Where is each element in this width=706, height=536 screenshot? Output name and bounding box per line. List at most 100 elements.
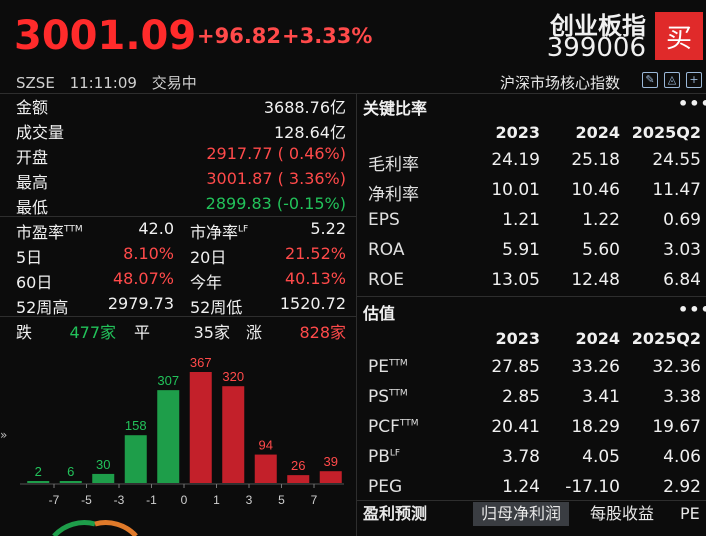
ytd-value: 40.13%: [284, 269, 346, 288]
ratios-year-3: 2025Q2: [631, 123, 701, 142]
d20-label: 20日: [190, 248, 227, 267]
pb-lf-label: 市净率LF: [190, 223, 249, 242]
valuation-title: 估值: [363, 304, 396, 323]
amount-label: 金额: [16, 98, 49, 117]
price-change-pct: +3.33%: [282, 24, 373, 48]
index-code: 399006: [546, 33, 646, 63]
x-tick-label: 1: [213, 493, 220, 507]
bar-value-label: 94: [259, 438, 273, 453]
valuation-more-icon[interactable]: •••: [678, 300, 706, 319]
d5-label: 5日: [16, 248, 43, 267]
status-line: SZSE 11:11:09 交易中: [16, 72, 207, 93]
bar-value-label: 6: [67, 464, 74, 479]
down-label: 跌: [16, 323, 33, 342]
row-value: 2.85: [502, 387, 540, 407]
bar: [189, 372, 212, 483]
ytd-label: 今年: [190, 273, 223, 292]
bar-value-label: 26: [291, 458, 305, 473]
volume-row: 成交量 128.64亿: [16, 119, 346, 144]
high-label: 最高: [16, 173, 49, 192]
pe-ttm-label: 市盈率TTM: [16, 223, 83, 242]
high-value: 3001.87 ( 3.36%): [206, 169, 346, 188]
row-value: 20.41: [491, 417, 540, 437]
metrics-grid: 市盈率TTM 42.0 市净率LF 5.22 5日 8.10% 20日 21.5…: [16, 219, 346, 319]
row-value: 1.21: [502, 210, 540, 230]
down-count: 477家: [69, 323, 116, 342]
forecast-bar: 盈利预测 归母净利润 每股收益 PE: [363, 502, 706, 528]
ratios-year-2: 2024: [575, 123, 620, 142]
amount-value: 3688.76亿: [263, 98, 346, 117]
flat-count: 35家: [193, 323, 230, 342]
core-index-label: 沪深市场核心指数: [500, 74, 621, 92]
gauge-icon: [52, 520, 138, 536]
divider: [356, 93, 357, 536]
row-value: 33.26: [571, 357, 620, 377]
trade-status: 交易中: [151, 74, 197, 92]
edit-icon[interactable]: ✎: [642, 72, 658, 88]
bar: [319, 471, 342, 483]
w52l-value: 1520.72: [279, 294, 346, 313]
row-value: 3.41: [582, 387, 620, 407]
d20-value: 21.52%: [284, 244, 346, 263]
divider: [0, 216, 356, 217]
row-label: 净利率: [368, 185, 419, 205]
row-value: 24.19: [491, 150, 540, 170]
add-icon[interactable]: +: [686, 72, 702, 88]
volume-value: 128.64亿: [274, 123, 346, 142]
bar: [27, 481, 50, 483]
row-value: 18.29: [571, 417, 620, 437]
bar: [222, 386, 245, 483]
w52h-label: 52周高: [16, 298, 69, 317]
x-tick-label: -7: [49, 493, 60, 507]
row-value: 6.84: [663, 270, 701, 290]
row-value: 3.03: [663, 240, 701, 260]
row-value: 4.05: [582, 447, 620, 467]
ratios-more-icon[interactable]: •••: [678, 94, 706, 113]
divider: [0, 316, 356, 317]
ratios-year-1: 2023: [495, 123, 540, 142]
x-tick-label: 0: [181, 493, 188, 507]
low-value: 2899.83 (-0.15%): [205, 194, 346, 213]
tab-net-profit[interactable]: 归母净利润: [473, 502, 570, 526]
row-value: 0.69: [663, 210, 701, 230]
tab-pe[interactable]: PE: [672, 502, 706, 526]
row-value: 13.05: [491, 270, 540, 290]
row-value: 4.06: [663, 447, 701, 467]
open-row: 开盘 2917.77 ( 0.46%): [16, 144, 346, 169]
x-tick-label: 5: [278, 493, 285, 507]
valuation-year-3: 2025Q2: [631, 329, 701, 348]
row-value: 24.55: [652, 150, 701, 170]
row-label: ROE: [368, 270, 404, 290]
row-value: 12.48: [571, 270, 620, 290]
row-value: 2.92: [663, 477, 701, 497]
d60-label: 60日: [16, 273, 53, 292]
w52l-label: 52周低: [190, 298, 243, 317]
row-value: 32.36: [652, 357, 701, 377]
row-label: PEG: [368, 477, 403, 497]
alert-icon[interactable]: ◬: [664, 72, 680, 88]
bar-value-label: 367: [190, 355, 212, 370]
breadth-row: 跌 477家 平 35家 涨 828家: [16, 319, 346, 342]
volume-label: 成交量: [16, 123, 65, 142]
quote-time: 11:11:09: [69, 74, 137, 92]
row-value: 1.22: [582, 210, 620, 230]
buy-button[interactable]: 买: [655, 12, 703, 60]
expand-icon[interactable]: »: [0, 428, 7, 442]
tab-eps[interactable]: 每股收益: [582, 502, 662, 526]
x-tick-label: -1: [146, 493, 157, 507]
amount-row: 金额 3688.76亿: [16, 94, 346, 119]
index-price: 3001.09: [14, 13, 197, 59]
w52h-value: 2979.73: [107, 294, 174, 313]
open-label: 开盘: [16, 148, 49, 167]
pe-ttm-value: 42.0: [138, 219, 174, 238]
row-value: -17.10: [565, 477, 620, 497]
row-value: 3.38: [663, 387, 701, 407]
row-value: 3.78: [502, 447, 540, 467]
bar-value-label: 320: [222, 369, 244, 384]
valuation-year-1: 2023: [495, 329, 540, 348]
valuation-year-2: 2024: [575, 329, 620, 348]
row-value: 27.85: [491, 357, 540, 377]
row-label: EPS: [368, 210, 400, 230]
row-value: 11.47: [652, 180, 701, 200]
row-label: PBLF: [368, 447, 401, 467]
